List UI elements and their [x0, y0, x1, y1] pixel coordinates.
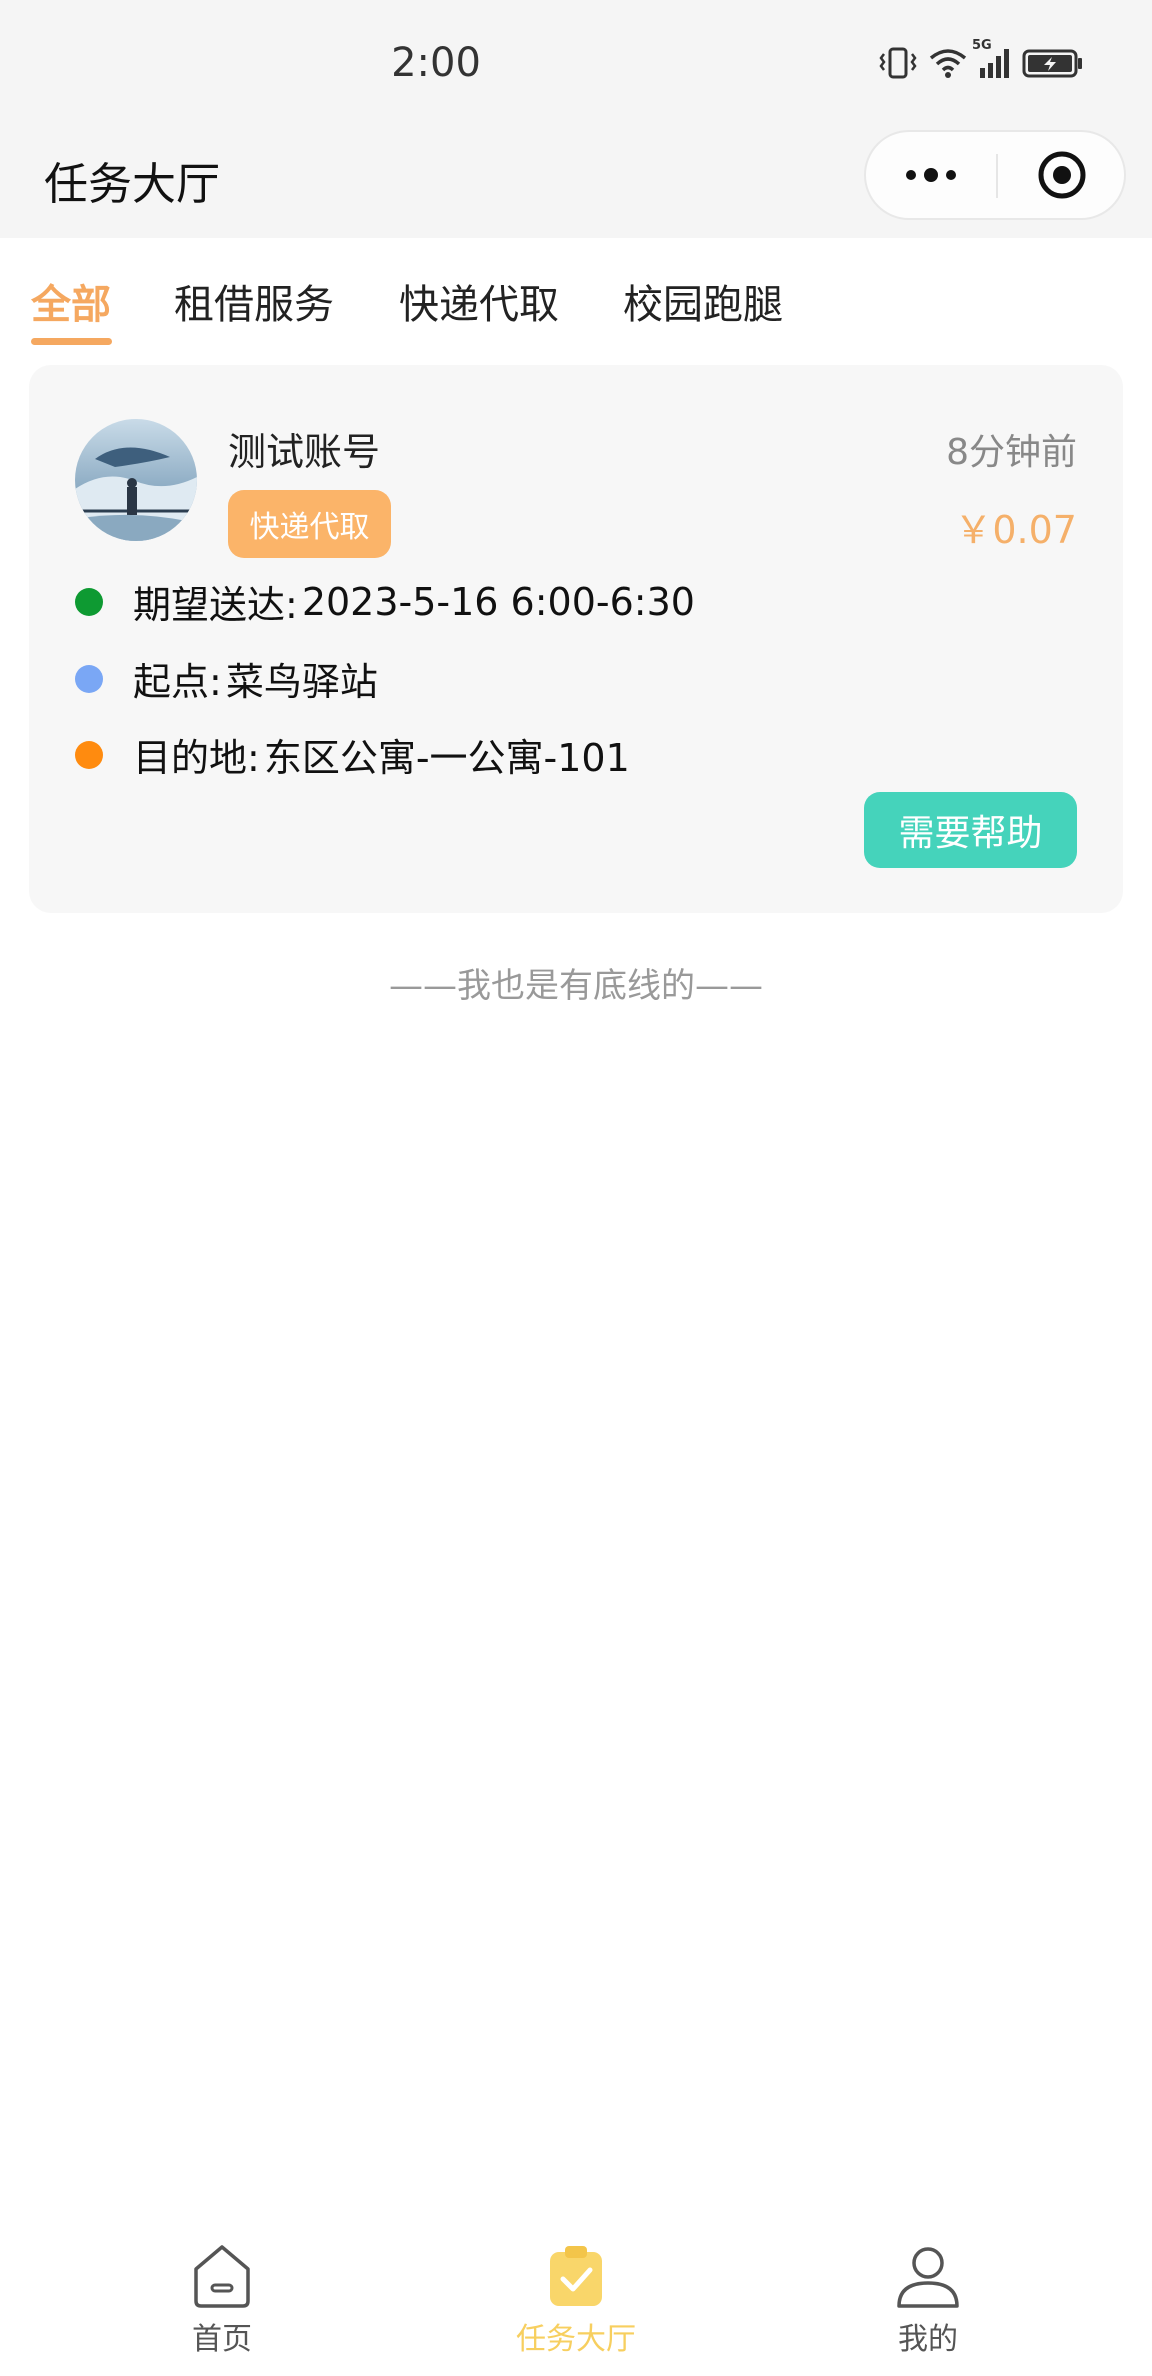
green-dot-icon	[75, 587, 103, 616]
status-bar: 2:00 5G	[0, 0, 1152, 135]
avatar	[75, 419, 197, 541]
active-tab-indicator	[31, 338, 112, 345]
target-icon	[1038, 151, 1086, 199]
more-dots-icon	[906, 168, 956, 182]
home-icon	[188, 2242, 256, 2310]
task-clipboard-icon	[542, 2242, 610, 2310]
tab-rental-service[interactable]: 租借服务	[174, 272, 334, 330]
tabbar-mine[interactable]: 我的	[818, 2220, 1038, 2376]
publisher-name: 测试账号	[228, 430, 381, 474]
reward-price: ￥0.07	[954, 508, 1077, 552]
tab-campus-errand[interactable]: 校园跑腿	[623, 272, 783, 330]
more-menu-button[interactable]	[866, 132, 996, 218]
tabbar-mine-label: 我的	[898, 2322, 958, 2357]
tabbar-home-label: 首页	[192, 2322, 252, 2357]
page-title: 任务大厅	[44, 159, 220, 210]
expected-delivery-value: 2023-5-16 6:00-6:30	[301, 579, 695, 624]
status-time: 2:00	[391, 40, 481, 86]
tabbar-task-hall[interactable]: 任务大厅	[466, 2220, 686, 2376]
end-of-list-text: ——我也是有底线的——	[389, 966, 763, 1006]
close-mini-program-button[interactable]	[998, 132, 1126, 218]
network-type: 5G	[972, 38, 992, 53]
orange-dot-icon	[75, 740, 103, 769]
tab-all[interactable]: 全部	[31, 272, 111, 330]
expected-delivery-label: 期望送达:	[133, 583, 298, 627]
battery-icon	[1022, 46, 1084, 80]
tabbar-home[interactable]: 首页	[112, 2220, 332, 2376]
bottom-tab-bar: 首页 任务大厅 我的	[0, 2220, 1152, 2376]
nav-bar: 任务大厅	[0, 118, 1152, 238]
vibrate-icon	[878, 46, 918, 80]
user-icon	[894, 2242, 962, 2310]
page: 2:00 5G 任务大厅 全部 租借服务 快递代取 校园跑腿 测试账号 快递代取…	[0, 0, 1152, 2376]
signal-icon: 5G	[972, 38, 1012, 80]
origin-value: 菜鸟驿站	[225, 660, 378, 704]
category-tabs: 全部 租借服务 快递代取 校园跑腿	[0, 238, 1152, 350]
origin-row: 起点: 菜鸟驿站	[75, 651, 378, 706]
destination-value: 东区公寓-一公寓-101	[263, 736, 630, 780]
expected-delivery-row: 期望送达: 2023-5-16 6:00-6:30	[75, 574, 695, 629]
destination-row: 目的地: 东区公寓-一公寓-101	[75, 727, 630, 782]
destination-label: 目的地:	[133, 736, 260, 780]
publish-time: 8分钟前	[946, 432, 1077, 473]
origin-label: 起点:	[133, 660, 222, 704]
tabbar-task-hall-label: 任务大厅	[516, 2322, 636, 2357]
category-badge: 快递代取	[228, 490, 391, 558]
wifi-icon	[928, 46, 968, 80]
need-help-button[interactable]: 需要帮助	[864, 792, 1077, 868]
tab-express-pickup[interactable]: 快递代取	[399, 272, 559, 330]
status-icons: 5G	[878, 38, 1084, 80]
mini-program-capsule	[864, 130, 1126, 220]
task-card[interactable]: 测试账号 快递代取 8分钟前 ￥0.07 期望送达: 2023-5-16 6:0…	[29, 365, 1123, 913]
blue-dot-icon	[75, 664, 103, 693]
